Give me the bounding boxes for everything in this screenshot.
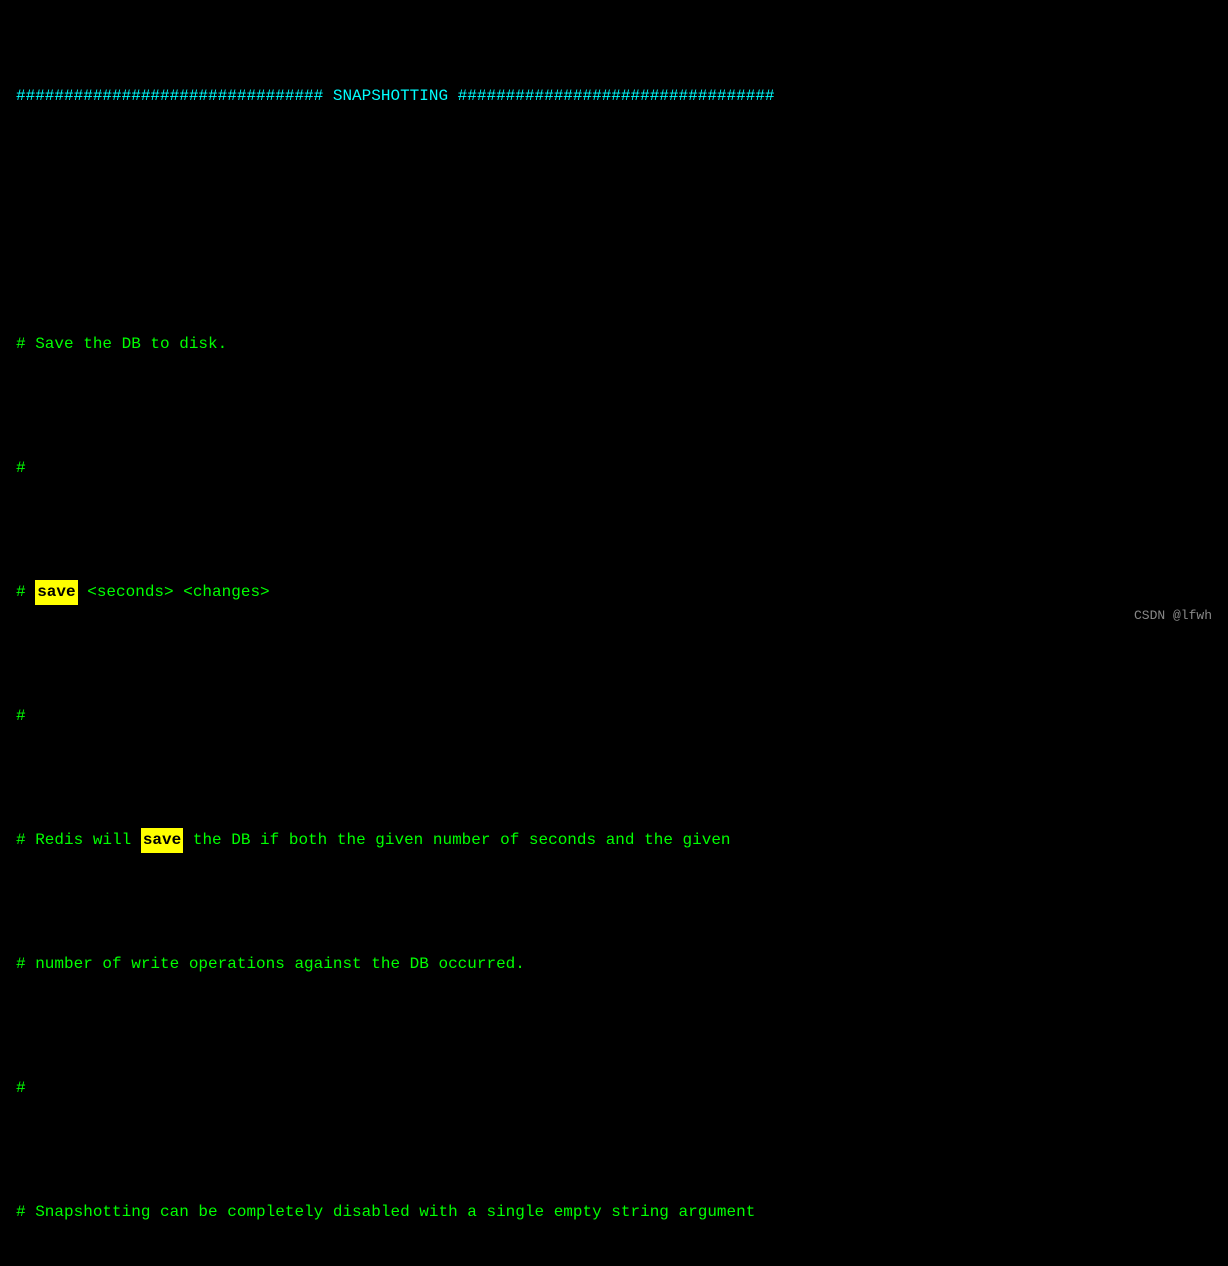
- comment-line-2: #: [16, 456, 1212, 481]
- save-highlight-2: save: [141, 828, 183, 853]
- comment-suffix: <seconds> <changes>: [78, 580, 270, 605]
- comment-line-6: # Snapshotting can be completely disable…: [16, 1200, 1212, 1225]
- comment-text: # number of write operations against the…: [16, 952, 525, 977]
- comment-text: # Save the DB to disk.: [16, 332, 227, 357]
- comment-line-3: #: [16, 704, 1212, 729]
- comment-line-5: #: [16, 1076, 1212, 1101]
- comment-text: #: [16, 1076, 26, 1101]
- blank-line-1: [16, 208, 1212, 233]
- watermark: CSDN @lfwh: [1134, 608, 1212, 623]
- comment-prefix: #: [16, 580, 35, 605]
- header-line: ################################ SNAPSHO…: [16, 84, 1212, 109]
- code-content: ################################ SNAPSHO…: [16, 10, 1212, 1266]
- header-text: ################################ SNAPSHO…: [16, 84, 775, 109]
- comment-save-line-2: # Redis will save the DB if both the giv…: [16, 828, 1212, 853]
- comment-suffix: the DB if both the given number of secon…: [183, 828, 730, 853]
- comment-text: # Snapshotting can be completely disable…: [16, 1200, 755, 1225]
- comment-line-4: # number of write operations against the…: [16, 952, 1212, 977]
- comment-text: #: [16, 456, 26, 481]
- comment-save-line: # save <seconds> <changes>: [16, 580, 1212, 605]
- comment-line-1: # Save the DB to disk.: [16, 332, 1212, 357]
- save-highlight-1: save: [35, 580, 77, 605]
- comment-text: #: [16, 704, 26, 729]
- comment-prefix: # Redis will: [16, 828, 141, 853]
